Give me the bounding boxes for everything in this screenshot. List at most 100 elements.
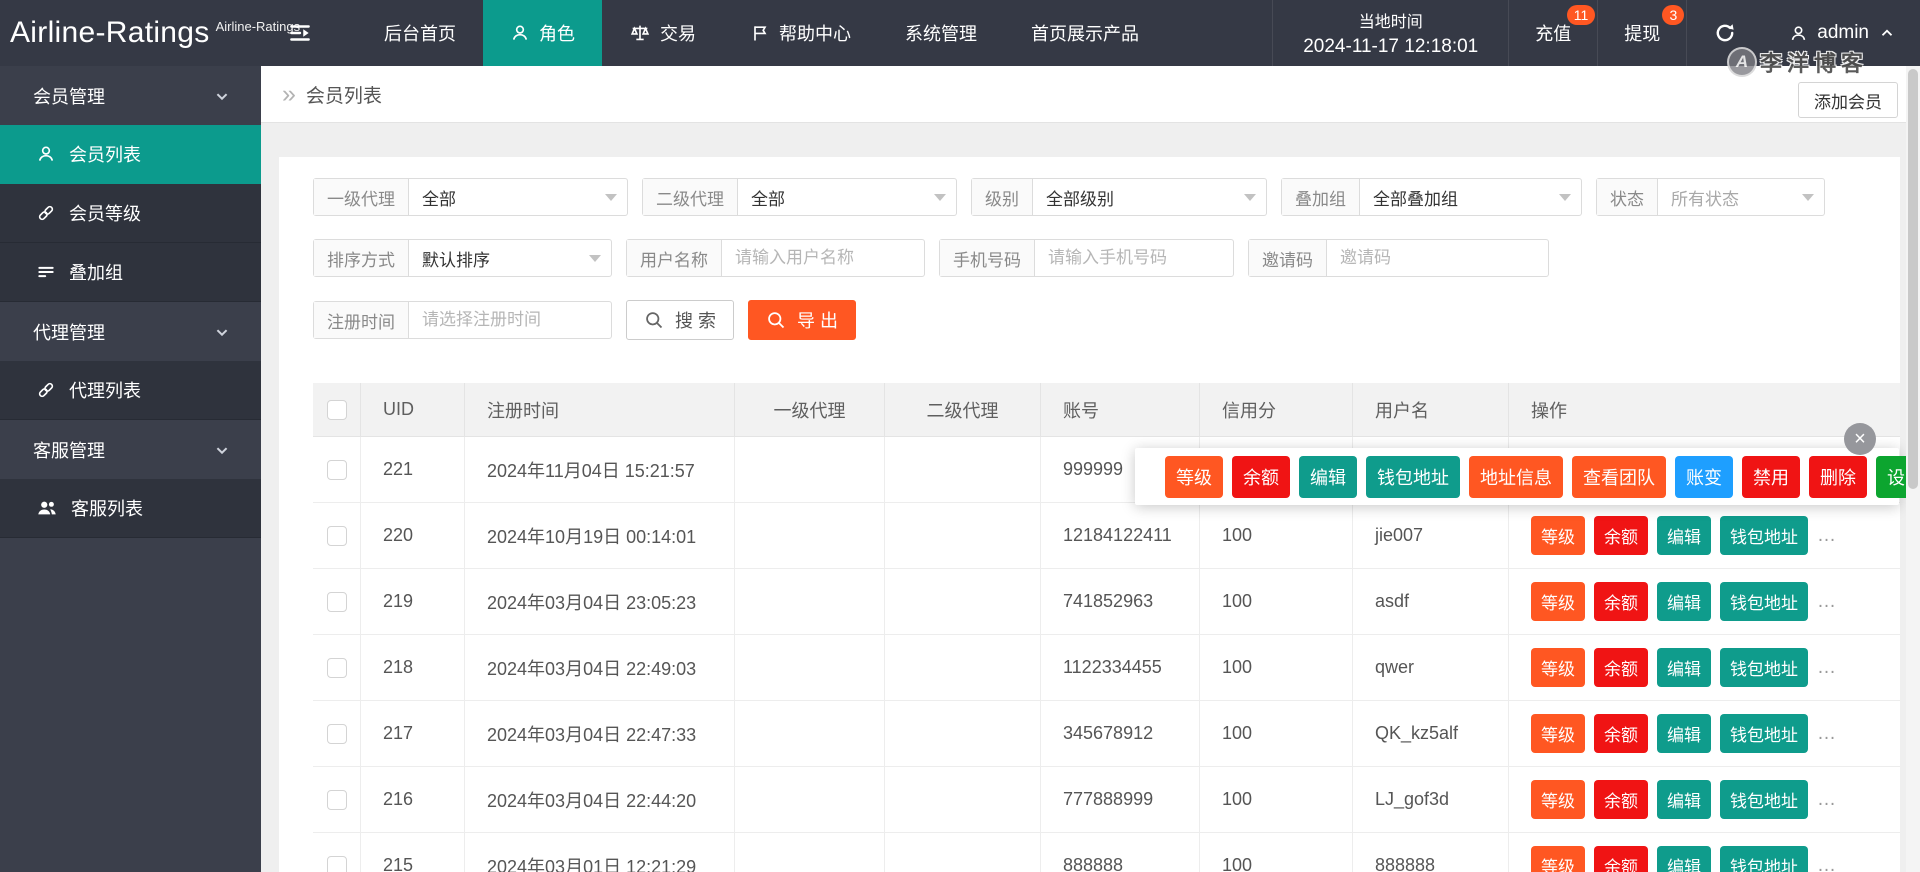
reg-time-input[interactable] — [409, 302, 611, 338]
nav-item-home-products[interactable]: 首页展示产品 — [1004, 0, 1166, 66]
invite-code-input[interactable] — [1327, 240, 1548, 276]
level-button[interactable]: 等级 — [1531, 516, 1585, 555]
edit-button[interactable]: 编辑 — [1657, 582, 1711, 621]
table-row: 2172024年03月04日 22:47:33345678912100QK_kz… — [313, 701, 1900, 767]
edit-button[interactable]: 编辑 — [1299, 456, 1357, 498]
level-button[interactable]: 等级 — [1531, 582, 1585, 621]
phone-input[interactable] — [1035, 240, 1233, 276]
cell-credit: 100 — [1200, 833, 1353, 872]
filter-agent2-select[interactable]: 全部 — [738, 179, 956, 215]
wallet-address-button[interactable]: 钱包地址 — [1366, 456, 1460, 498]
add-member-button[interactable]: 添加会员 — [1798, 82, 1898, 118]
more-actions-button[interactable]: … — [1817, 591, 1836, 613]
cell-credit: 100 — [1200, 701, 1353, 767]
link-icon — [36, 203, 56, 223]
row-checkbox[interactable] — [327, 856, 347, 872]
wallet-address-button[interactable]: 钱包地址 — [1720, 846, 1808, 872]
nav-item-dashboard[interactable]: 后台首页 — [357, 0, 483, 66]
header-checkbox-cell — [313, 383, 361, 437]
more-actions-button[interactable]: … — [1817, 657, 1836, 679]
delete-button[interactable]: 删除 — [1809, 456, 1867, 498]
wallet-address-button[interactable]: 钱包地址 — [1720, 780, 1808, 819]
nav-item-system[interactable]: 系统管理 — [878, 0, 1004, 66]
filter-level-value: 全部级别 — [1046, 185, 1114, 210]
more-actions-button[interactable]: … — [1817, 855, 1836, 872]
cell-reg-time: 2024年03月01日 12:21:29 — [465, 833, 735, 872]
withdraw-label: 提现 — [1624, 20, 1660, 46]
wallet-address-button[interactable]: 钱包地址 — [1720, 714, 1808, 753]
view-team-button[interactable]: 查看团队 — [1572, 456, 1666, 498]
address-info-button[interactable]: 地址信息 — [1469, 456, 1563, 498]
filter-sort-select[interactable]: 默认排序 — [409, 240, 611, 276]
balance-button[interactable]: 余额 — [1594, 582, 1648, 621]
row-checkbox[interactable] — [327, 526, 347, 546]
filter-agent1-select[interactable]: 全部 — [409, 179, 627, 215]
level-button[interactable]: 等级 — [1531, 714, 1585, 753]
row-checkbox[interactable] — [327, 724, 347, 744]
more-actions-button[interactable]: … — [1817, 723, 1836, 745]
filter-overlay-group-select[interactable]: 全部叠加组 — [1360, 179, 1581, 215]
balance-button[interactable]: 余额 — [1594, 516, 1648, 555]
level-button[interactable]: 等级 — [1165, 456, 1223, 498]
sidebar-collapse-icon[interactable] — [277, 0, 323, 66]
account-change-button[interactable]: 账变 — [1675, 456, 1733, 498]
app-window: Airline-Ratings Airline-Ratings 后台首页 — [0, 0, 1920, 872]
edit-button[interactable]: 编辑 — [1657, 714, 1711, 753]
chevron-down-icon — [211, 321, 233, 343]
wallet-address-button[interactable]: 钱包地址 — [1720, 582, 1808, 621]
more-actions-button[interactable]: … — [1817, 525, 1836, 547]
list-icon — [36, 262, 56, 282]
search-button[interactable]: 搜 索 — [626, 300, 734, 340]
username-input[interactable] — [722, 240, 924, 276]
row-checkbox[interactable] — [327, 460, 347, 480]
level-button[interactable]: 等级 — [1531, 780, 1585, 819]
wallet-address-button[interactable]: 钱包地址 — [1720, 516, 1808, 555]
select-all-checkbox[interactable] — [327, 400, 347, 420]
filter-sort-value: 默认排序 — [422, 246, 490, 271]
cell-uid: 220 — [361, 503, 465, 569]
edit-button[interactable]: 编辑 — [1657, 780, 1711, 819]
filter-level-select[interactable]: 全部级别 — [1033, 179, 1266, 215]
cell-uid: 219 — [361, 569, 465, 635]
nav-item-roles[interactable]: 角色 — [483, 0, 602, 66]
sidebar-group-member-management[interactable]: 会员管理 — [0, 66, 261, 125]
sidebar-item-overlay-group[interactable]: 叠加组 — [0, 243, 261, 302]
sidebar-item-agent-list[interactable]: 代理列表 — [0, 361, 261, 420]
search-icon — [644, 310, 665, 331]
user-menu[interactable]: admin — [1763, 0, 1920, 66]
filter-status-select[interactable]: 所有状态 — [1658, 179, 1824, 215]
table-row: 2162024年03月04日 22:44:20777888999100LJ_go… — [313, 767, 1900, 833]
disable-button[interactable]: 禁用 — [1742, 456, 1800, 498]
refresh-button[interactable] — [1686, 0, 1763, 66]
balance-button[interactable]: 余额 — [1232, 456, 1290, 498]
balance-button[interactable]: 余额 — [1594, 846, 1648, 872]
sidebar-group-support-management[interactable]: 客服管理 — [0, 420, 261, 479]
balance-button[interactable]: 余额 — [1594, 780, 1648, 819]
scale-icon — [629, 22, 651, 44]
row-checkbox[interactable] — [327, 790, 347, 810]
nav-item-transactions[interactable]: 交易 — [602, 0, 723, 66]
level-button[interactable]: 等级 — [1531, 648, 1585, 687]
recharge-button[interactable]: 充值 11 — [1508, 0, 1597, 66]
scrollbar-thumb[interactable] — [1908, 69, 1918, 489]
export-button[interactable]: 导 出 — [748, 300, 856, 340]
filter-level: 级别 全部级别 — [971, 178, 1267, 216]
sidebar-group-agent-management[interactable]: 代理管理 — [0, 302, 261, 361]
withdraw-button[interactable]: 提现 3 — [1597, 0, 1686, 66]
nav-item-help-center[interactable]: 帮助中心 — [723, 0, 878, 66]
more-actions-button[interactable]: … — [1817, 789, 1836, 811]
row-checkbox[interactable] — [327, 658, 347, 678]
sidebar-item-member-level[interactable]: 会员等级 — [0, 184, 261, 243]
wallet-address-button[interactable]: 钱包地址 — [1720, 648, 1808, 687]
level-button[interactable]: 等级 — [1531, 846, 1585, 872]
row-checkbox[interactable] — [327, 592, 347, 612]
edit-button[interactable]: 编辑 — [1657, 516, 1711, 555]
sidebar-item-member-list[interactable]: 会员列表 — [0, 125, 261, 184]
balance-button[interactable]: 余额 — [1594, 714, 1648, 753]
balance-button[interactable]: 余额 — [1594, 648, 1648, 687]
sidebar-item-support-list[interactable]: 客服列表 — [0, 479, 261, 538]
table-row: 2192024年03月04日 23:05:23741852963100asdf等… — [313, 569, 1900, 635]
edit-button[interactable]: 编辑 — [1657, 846, 1711, 872]
edit-button[interactable]: 编辑 — [1657, 648, 1711, 687]
close-icon[interactable]: × — [1844, 423, 1876, 455]
